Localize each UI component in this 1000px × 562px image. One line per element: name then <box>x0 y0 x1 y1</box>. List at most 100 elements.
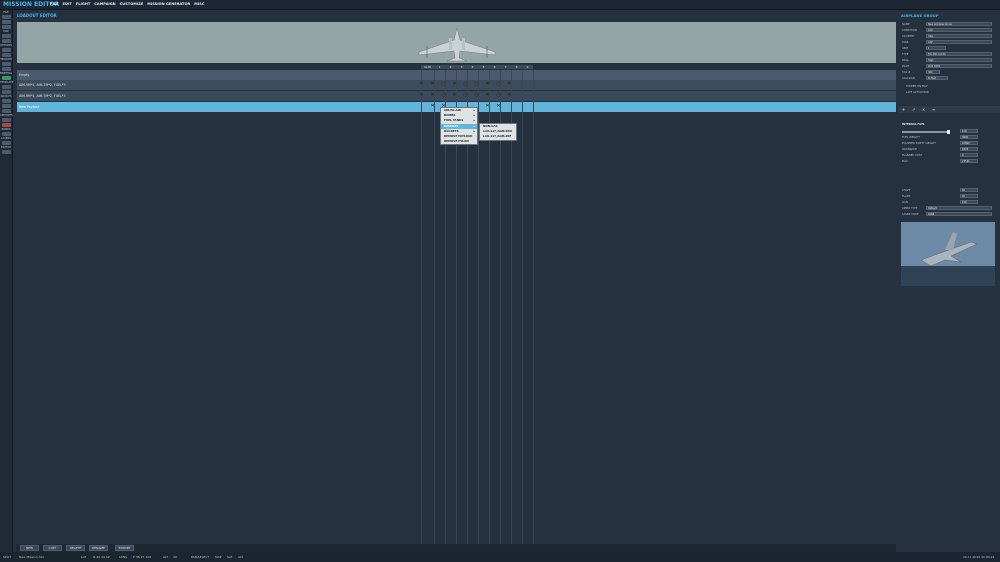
store-x-icon[interactable]: ✕ <box>419 82 424 87</box>
map-mode-map[interactable]: MAP <box>215 555 221 559</box>
tool-button[interactable] <box>2 39 11 43</box>
tool-button[interactable] <box>2 99 11 103</box>
store-x-icon[interactable]: ✕ <box>507 93 512 98</box>
new-button[interactable]: NEW <box>20 545 39 551</box>
store-circle-icon[interactable]: ○ <box>474 82 479 87</box>
laser-code-input[interactable]: 1688 <box>926 212 992 216</box>
unit-stepper[interactable]: 1 <box>926 46 946 50</box>
tool-button[interactable] <box>2 62 11 66</box>
tool-button[interactable] <box>2 15 11 19</box>
column-divider <box>434 70 435 544</box>
map-mode-sat[interactable]: SAT <box>227 555 233 559</box>
tool-button[interactable] <box>2 67 11 71</box>
chaff-input[interactable]: 60 <box>960 188 978 192</box>
missiles-submenu: NON-GAS LAU-117,AGM-65D LAU-117,AGM-65F <box>479 123 517 141</box>
fuel-slider[interactable] <box>902 130 950 134</box>
summary-tab-icon[interactable]: ≡ <box>932 107 935 112</box>
menu-mission-generator[interactable]: MISSION GENERATOR <box>147 2 190 6</box>
tool-button[interactable] <box>2 90 11 94</box>
task-select[interactable]: CAP <box>926 40 992 44</box>
store-x-icon[interactable]: ✕ <box>507 82 512 87</box>
fuel-section-title: INTERNAL FUEL <box>902 123 925 126</box>
skill-select[interactable]: High <box>926 58 992 62</box>
payload-row[interactable]: Empty <box>17 70 896 80</box>
store-x-icon[interactable]: ✕ <box>419 93 424 98</box>
menu-file[interactable]: FILE <box>50 2 59 6</box>
map-mode-alt[interactable]: ALT <box>238 555 243 559</box>
field-label: UNIT <box>902 47 909 50</box>
misc-label: GUN <box>902 201 908 204</box>
fuel-percent[interactable]: 100 <box>960 129 978 133</box>
tool-button[interactable] <box>2 118 11 122</box>
fuel-slider-handle[interactable] <box>947 130 950 134</box>
tool-button[interactable] <box>2 48 11 52</box>
toolbar-group-label: ZONES <box>1 128 11 131</box>
store-circle-icon[interactable]: ○ <box>463 93 468 98</box>
menu-customize[interactable]: CUSTOMIZE <box>120 2 144 6</box>
menu-item-remove-pylon[interactable]: REMOVE PYLON <box>441 139 477 144</box>
store-circle-icon[interactable]: ○ <box>441 82 446 87</box>
condition-field[interactable]: 100 <box>926 28 992 32</box>
menu-edit[interactable]: EDIT <box>63 2 72 6</box>
menu-flight[interactable]: FLIGHT <box>76 2 91 6</box>
name-input[interactable]: New Airplane Group <box>926 22 992 26</box>
col-header: 8 <box>511 65 522 69</box>
pilot-input[interactable]: Pilot #001 <box>926 64 992 68</box>
tool-button[interactable] <box>2 85 11 89</box>
hidden-on-map-checkbox[interactable]: HIDDEN ON MAP <box>906 85 928 88</box>
tool-button[interactable] <box>2 34 11 38</box>
store-x-icon[interactable]: ✕ <box>485 82 490 87</box>
country-select[interactable]: USA <box>926 34 992 38</box>
store-circle-icon[interactable]: ○ <box>474 93 479 98</box>
tool-button[interactable] <box>2 132 11 136</box>
route-tab-icon[interactable]: ↗ <box>912 107 915 112</box>
store-x-icon[interactable]: ✕ <box>485 104 490 109</box>
toolbar-group-label: OPTIONS <box>0 44 12 47</box>
submenu-item[interactable]: LAU-117,AGM-65F <box>480 134 516 139</box>
flare-input[interactable]: 30 <box>960 194 978 198</box>
misc-label: LASER CODE <box>902 213 919 216</box>
tail-number-input[interactable]: 300 <box>926 70 940 74</box>
tool-button[interactable] <box>2 76 11 80</box>
delete-button[interactable]: DELETE <box>66 545 85 551</box>
tool-button[interactable] <box>2 20 11 24</box>
store-circle-icon[interactable]: ○ <box>496 82 501 87</box>
tool-button[interactable] <box>2 25 11 29</box>
store-x-icon[interactable]: ✕ <box>430 104 435 109</box>
fuel-row-value: 0 <box>960 153 978 157</box>
store-x-icon[interactable]: ✕ <box>452 93 457 98</box>
tool-button[interactable] <box>2 109 11 113</box>
ammo-type-select[interactable]: Default <box>926 206 992 210</box>
menu-campaign[interactable]: CAMPAIGN <box>94 2 115 6</box>
callsign-select[interactable]: Enfield <box>926 76 948 80</box>
tool-button[interactable] <box>2 150 11 154</box>
payload-tab-icon[interactable]: ✕ <box>922 107 925 112</box>
pylon-context-menu: AIR-TO-AIR ▸ BOMBS ▸ FUEL TANKS ▸ MISSILES ▸… <box>440 107 478 146</box>
loadout-tab-icon[interactable]: ✈ <box>902 107 905 112</box>
type-select[interactable]: F/A-18C Lot 20 <box>926 52 992 56</box>
tool-button[interactable] <box>2 123 11 127</box>
col-header: 6 <box>489 65 500 69</box>
export-button[interactable]: EXPORT <box>115 545 134 551</box>
store-x-icon[interactable]: ✕ <box>485 93 490 98</box>
tool-button[interactable] <box>2 104 11 108</box>
field-label: COUNTRY <box>902 35 915 38</box>
store-x-icon[interactable]: ✕ <box>430 82 435 87</box>
rename-button[interactable]: RENAME <box>89 545 108 551</box>
copy-button[interactable]: COPY <box>43 545 62 551</box>
fuel-row-value: 4900 <box>960 135 978 139</box>
store-x-icon[interactable]: ✕ <box>430 93 435 98</box>
store-circle-icon[interactable]: ○ <box>496 93 501 98</box>
gun-input[interactable]: 100 <box>960 200 978 204</box>
store-circle-icon[interactable]: ○ <box>441 93 446 98</box>
tool-button[interactable] <box>2 53 11 57</box>
store-circle-icon[interactable]: ○ <box>463 82 468 87</box>
tool-button[interactable] <box>2 141 11 145</box>
menu-misc[interactable]: MISC <box>194 2 204 6</box>
store-x-icon[interactable]: ✕ <box>496 104 501 109</box>
status-mode: SPLIT <box>3 555 12 559</box>
col-header: 7 <box>500 65 511 69</box>
store-x-icon[interactable]: ✕ <box>452 82 457 87</box>
late-activation-checkbox[interactable]: LATE ACTIVATION <box>906 91 929 94</box>
lat-label: LAT <box>81 555 87 559</box>
